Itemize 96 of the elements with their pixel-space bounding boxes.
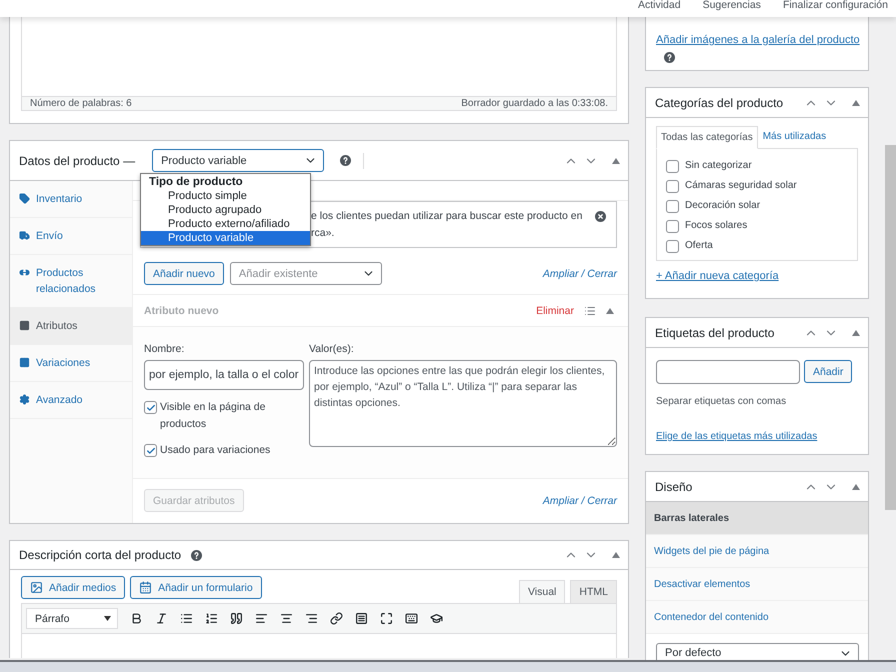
- remove-link[interactable]: Eliminar: [536, 304, 574, 316]
- category-label: Sin categorizar: [685, 160, 752, 171]
- italic-icon[interactable]: [155, 612, 168, 625]
- editor-tab[interactable]: Visual: [518, 580, 566, 603]
- panel-title: Etiquetas del producto: [655, 326, 774, 340]
- bullet-list-icon[interactable]: [180, 612, 193, 625]
- top-link[interactable]: Actividad: [638, 0, 681, 17]
- panel-title: Descripción corta del producto: [19, 548, 182, 562]
- container-select[interactable]: Por defecto: [656, 643, 859, 660]
- gallery-link[interactable]: Añadir imágenes a la galería del producto: [656, 34, 860, 46]
- align-left-icon[interactable]: [255, 612, 268, 625]
- checkbox-label: Visible en la página de productos: [160, 400, 266, 432]
- dropdown-option[interactable]: Producto simple: [141, 189, 310, 203]
- option-group-label: Tipo de producto: [148, 175, 244, 189]
- gear-icon: [19, 394, 30, 405]
- checkbox[interactable]: [144, 401, 157, 414]
- toggle-panel-icon[interactable]: [852, 484, 860, 490]
- editor-tab[interactable]: HTML: [570, 580, 617, 603]
- add-tag-button[interactable]: Añadir: [804, 360, 852, 383]
- expand-collapse-links[interactable]: Ampliar / Cerrar: [542, 268, 617, 280]
- caret-icon: [104, 616, 111, 621]
- product-data-tab[interactable]: Variaciones: [10, 345, 132, 382]
- name-input[interactable]: por ejemplo, la talla o el color: [144, 360, 304, 390]
- checkbox[interactable]: [666, 200, 679, 213]
- checkbox[interactable]: [144, 444, 157, 457]
- link-icon: [19, 267, 30, 278]
- add-category-link[interactable]: + Añadir nueva categoría: [656, 270, 779, 282]
- dropdown-option[interactable]: Producto agrupado: [141, 203, 310, 217]
- tags-hint: Separar etiquetas con comas: [656, 396, 786, 407]
- help-icon[interactable]: [191, 550, 202, 560]
- dropdown-option[interactable]: Producto variable: [141, 231, 310, 245]
- values-label: Valor(es):: [309, 343, 355, 355]
- quote-icon[interactable]: [230, 612, 243, 625]
- bold-icon[interactable]: [130, 612, 143, 625]
- panel-title: Diseño: [655, 480, 692, 494]
- product-type-select[interactable]: Producto variable: [152, 149, 324, 172]
- design-tab[interactable]: Widgets del pie de página: [646, 535, 868, 568]
- help-icon[interactable]: [664, 52, 675, 63]
- close-icon[interactable]: [595, 211, 606, 222]
- popular-tags-link[interactable]: Elige de las etiquetas más utilizadas: [656, 431, 818, 442]
- graduation-cap-icon[interactable]: [430, 612, 443, 625]
- toggle-panel-icon[interactable]: [852, 330, 860, 336]
- scrollbar-thumb[interactable]: [885, 145, 896, 510]
- product-data-tab[interactable]: Atributos: [10, 308, 132, 345]
- dropdown-option[interactable]: Producto externo/afiliado: [141, 217, 310, 231]
- panel-title: Categorías del producto: [655, 96, 784, 110]
- word-count: Número de palabras: 6: [30, 98, 132, 109]
- toggle-icon[interactable]: [606, 308, 614, 314]
- add-existing-select[interactable]: Añadir existente: [230, 262, 382, 285]
- design-tab[interactable]: Contenedor del contenido: [646, 601, 868, 634]
- tag-icon: [19, 193, 30, 204]
- truck-icon: [19, 230, 30, 241]
- product-data-tab[interactable]: Envío: [10, 218, 132, 255]
- align-center-icon[interactable]: [280, 612, 293, 625]
- media-icon: [30, 581, 43, 594]
- toggle-panel-icon[interactable]: [612, 158, 620, 164]
- values-textarea[interactable]: Introduce las opciones entre las que podrán elegir los clientes, por ejemplo, “Azul” o “Talla L”. Utiliza “|” para separar las distintas opciones.: [309, 360, 617, 447]
- attribute-title: Atributo nuevo: [144, 304, 219, 316]
- toggle-panel-icon[interactable]: [612, 552, 620, 558]
- product-data-tab[interactable]: Inventario: [10, 181, 132, 218]
- name-label: Nombre:: [144, 343, 186, 355]
- checkbox-label: Usado para variaciones: [160, 443, 270, 458]
- form-icon: [139, 581, 152, 594]
- add-media-button[interactable]: Añadir medios: [21, 576, 126, 599]
- top-link[interactable]: Finalizar configuración: [782, 0, 888, 17]
- add-new-button[interactable]: Añadir nuevo: [144, 262, 224, 285]
- tag-input[interactable]: [656, 360, 800, 384]
- top-link[interactable]: Sugerencias: [702, 0, 761, 17]
- panel-title: Datos del producto —: [19, 154, 136, 168]
- notice-text: e los clientes puedan utilizar para buscar este producto en: [311, 209, 582, 224]
- category-label: Focos solares: [685, 220, 748, 231]
- read-more-icon[interactable]: [355, 612, 368, 625]
- expand-collapse-links[interactable]: Ampliar / Cerrar: [542, 494, 617, 506]
- notice-text: rca».: [311, 226, 336, 241]
- link-icon[interactable]: [330, 612, 343, 625]
- checkbox[interactable]: [666, 220, 679, 233]
- product-data-tab[interactable]: Avanzado: [10, 382, 132, 419]
- numbered-list-icon[interactable]: [205, 612, 218, 625]
- category-label: Cámaras seguridad solar: [685, 180, 797, 191]
- category-label: Decoración solar: [685, 200, 760, 211]
- draft-status: Borrador guardado a las 0:33:08.: [461, 98, 608, 109]
- design-tab[interactable]: Barras laterales: [646, 502, 868, 535]
- category-tab[interactable]: Más utilizadas: [758, 125, 832, 148]
- format-select[interactable]: Párrafo: [26, 608, 118, 629]
- category-tab[interactable]: Todas las categorías: [656, 126, 758, 149]
- add-form-button[interactable]: Añadir un formulario: [130, 576, 262, 599]
- checkbox[interactable]: [666, 240, 679, 253]
- help-icon[interactable]: [340, 155, 352, 166]
- checkbox[interactable]: [666, 160, 679, 173]
- align-right-icon[interactable]: [305, 612, 318, 625]
- category-label: Oferta: [685, 240, 713, 251]
- toggle-panel-icon[interactable]: [852, 100, 860, 106]
- fullscreen-icon[interactable]: [380, 612, 393, 625]
- keyboard-icon[interactable]: [405, 612, 418, 625]
- checkbox[interactable]: [666, 180, 679, 193]
- design-tab[interactable]: Desactivar elementos: [646, 568, 868, 601]
